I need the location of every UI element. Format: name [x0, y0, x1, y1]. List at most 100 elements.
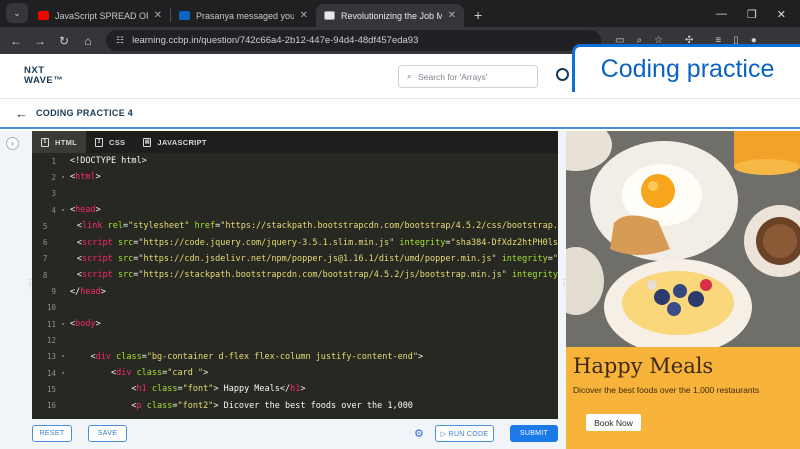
reset-button[interactable]: RESET — [32, 425, 72, 442]
expand-panel-chevron-icon[interactable]: › — [6, 137, 19, 150]
restore-icon[interactable]: ❐ — [747, 8, 757, 21]
code-text: <div class="bg-container d-flex flex-col… — [90, 351, 424, 362]
preview-heading: Happy Meals — [573, 354, 714, 378]
code-text: <div class="card "> — [110, 368, 209, 378]
site-info-icon[interactable]: ☷ — [116, 35, 124, 46]
book-now-button[interactable]: Book Now — [586, 414, 641, 431]
tab-title: Prasanya messaged you — [196, 10, 294, 21]
tab-css[interactable]: 3 CSS — [86, 131, 134, 153]
question-header: ← CODING PRACTICE 4 — [0, 99, 800, 129]
address-bar[interactable]: ☷ learning.ccbp.in/question/742c66a4-2b1… — [106, 30, 601, 51]
code-text: <!DOCTYPE html> — [70, 156, 147, 167]
line-number: 11 — [46, 319, 56, 329]
code-text: <script src="https://code.jquery.com/jqu… — [76, 237, 558, 248]
code-editor: 5 HTML 3 CSS ▤ JAVASCRIPT 1 <!DOCTYPE htm… — [32, 131, 558, 419]
timer-icon[interactable] — [556, 68, 569, 81]
code-line[interactable]: 8 <script src="https://stackpath.bootstr… — [32, 267, 558, 283]
browser-tab-active[interactable]: Revolutionizing the Job Market ✕ — [316, 4, 464, 27]
back-arrow-icon[interactable]: ← — [15, 106, 28, 121]
fold-arrow-icon[interactable]: ▾ — [56, 353, 70, 360]
back-arrow-icon[interactable]: ← — [4, 34, 28, 48]
minimize-icon[interactable]: — — [716, 8, 727, 21]
tab-label: CSS — [109, 137, 126, 147]
line-number: 6 — [42, 238, 48, 248]
page-title: CODING PRACTICE 4 — [36, 108, 134, 118]
code-line[interactable]: 15 <h1 class="font"> Happy Meals</h1> — [32, 381, 558, 397]
tab-label: HTML — [55, 137, 78, 147]
tab-javascript[interactable]: ▤ JAVASCRIPT — [134, 131, 215, 153]
page-favicon-icon — [324, 11, 335, 20]
code-line[interactable]: 11 ▾ <body> — [32, 316, 558, 332]
code-line[interactable]: 4 ▾ <head> — [32, 202, 558, 218]
youtube-favicon-icon — [38, 11, 49, 20]
search-input[interactable]: ⌕ Search for 'Arrays' — [398, 65, 538, 88]
tab-html[interactable]: 5 HTML — [32, 131, 87, 153]
save-button[interactable]: SAVE — [88, 425, 127, 442]
line-number: 8 — [42, 270, 48, 280]
submit-button[interactable]: SUBMIT — [510, 425, 558, 442]
window-controls: — ❐ ✕ — [716, 8, 800, 27]
code-line[interactable]: 5 <link rel="stylesheet" href="https://s… — [32, 218, 558, 234]
code-area[interactable]: 1 <!DOCTYPE html> 2 ▾ <html> 3 4 ▾ <head> 5 <link… — [32, 153, 558, 419]
breakfast-illustration — [566, 131, 800, 347]
code-text: </head> — [70, 286, 106, 297]
preview-card: Happy Meals Dicover the best foods over … — [566, 347, 800, 449]
code-line[interactable]: 1 <!DOCTYPE html> — [32, 153, 558, 169]
line-number: 2 — [51, 172, 56, 182]
line-number: 16 — [46, 401, 56, 411]
code-line[interactable]: 14 ▾ <div class="card "> — [32, 365, 558, 381]
browser-tab-youtube[interactable]: JavaScript SPREAD OPERATOR | ✕ — [30, 4, 170, 27]
browser-tab-linkedin[interactable]: Prasanya messaged you ✕ — [171, 4, 316, 27]
workspace: › ⋮ ⋮ ⋮ ⋮ 5 HTML 3 CSS ▤ JAVASCRIPT 1 <!DOC… — [0, 131, 800, 449]
coding-practice-banner: Coding practice — [572, 44, 800, 92]
code-line[interactable]: 16 <p class="font2"> Dicover the best fo… — [32, 397, 558, 413]
browser-tab-bar: ⌄ JavaScript SPREAD OPERATOR | ✕ Prasany… — [0, 0, 800, 27]
code-text: <p class="font2"> Dicover the best foods… — [131, 400, 413, 411]
settings-gear-icon[interactable]: ⚙ — [414, 427, 424, 440]
reload-icon[interactable]: ↻ — [52, 34, 76, 48]
close-tab-icon[interactable]: ✕ — [448, 10, 456, 21]
close-window-icon[interactable]: ✕ — [777, 8, 786, 21]
code-text: <body> — [70, 319, 101, 330]
js-file-icon: ▤ — [143, 137, 152, 147]
tab-label: JAVASCRIPT — [157, 137, 207, 147]
code-line[interactable]: 12 — [32, 332, 558, 348]
food-image — [566, 131, 800, 347]
editor-footer: RESET SAVE ⚙ ▷ RUN CODE SUBMIT — [32, 423, 558, 445]
new-tab-icon[interactable]: + — [474, 7, 482, 23]
forward-arrow-icon[interactable]: → — [28, 34, 52, 48]
code-text: <head> — [70, 205, 101, 216]
code-line[interactable]: 3 — [32, 186, 558, 202]
line-number: 14 — [46, 368, 56, 378]
close-tab-icon[interactable]: ✕ — [300, 10, 308, 21]
nxtwave-logo[interactable]: NXT WAVE™ — [24, 66, 63, 86]
code-line[interactable]: 13 ▾ <div class="bg-container d-flex flex… — [32, 349, 558, 365]
home-icon[interactable]: ⌂ — [76, 34, 100, 48]
code-text: <script src="https://cdn.jsdelivr.net/np… — [76, 253, 558, 264]
fold-arrow-icon[interactable]: ▾ — [56, 370, 70, 377]
close-tab-icon[interactable]: ✕ — [154, 10, 162, 21]
tab-title: Revolutionizing the Job Market — [341, 10, 442, 21]
app-header: NXT WAVE™ ⌕ Search for 'Arrays' Coding p… — [0, 44, 800, 99]
line-number: 15 — [46, 384, 56, 394]
tab-title: JavaScript SPREAD OPERATOR | — [55, 10, 148, 21]
url-text: learning.ccbp.in/question/742c66a4-2b12-… — [132, 35, 419, 46]
logo-text-bottom: WAVE™ — [24, 75, 64, 86]
code-line[interactable]: 10 — [32, 300, 558, 316]
run-code-button[interactable]: ▷ RUN CODE — [435, 425, 494, 442]
line-number: 12 — [46, 335, 56, 345]
line-number: 9 — [51, 287, 56, 297]
fold-arrow-icon[interactable]: ▾ — [56, 207, 70, 214]
code-line[interactable]: 9 </head> — [32, 283, 558, 299]
code-line[interactable]: 7 <script src="https://cdn.jsdelivr.net/… — [32, 251, 558, 267]
fold-arrow-icon[interactable]: ▾ — [56, 174, 70, 181]
output-preview: Happy Meals Dicover the best foods over … — [566, 131, 800, 449]
line-number: 3 — [51, 189, 56, 199]
code-line[interactable]: 6 <script src="https://code.jquery.com/j… — [32, 234, 558, 250]
tab-search-chevron-icon[interactable]: ⌄ — [6, 3, 28, 23]
css-file-icon: 3 — [95, 137, 104, 147]
code-text: <link rel="stylesheet" href="https://sta… — [76, 221, 558, 232]
code-line[interactable]: 2 ▾ <html> — [32, 169, 558, 185]
search-icon: ⌕ — [407, 71, 413, 81]
fold-arrow-icon[interactable]: ▾ — [56, 321, 70, 328]
